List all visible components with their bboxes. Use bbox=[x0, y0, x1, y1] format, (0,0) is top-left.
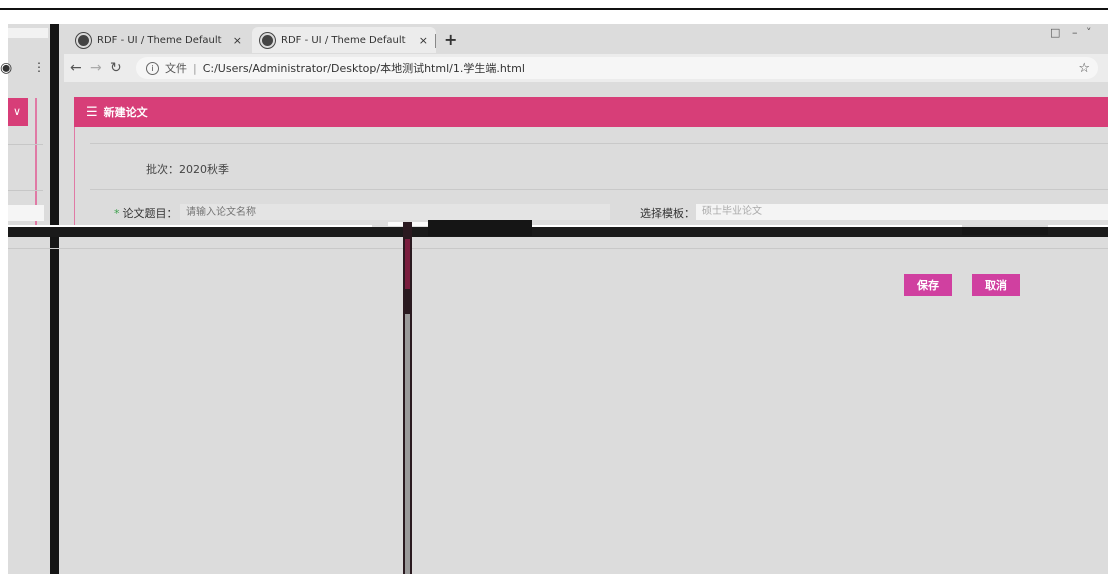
batch-row: 批次：2020秋季 bbox=[146, 161, 229, 177]
tab-2-title: RDF - UI / Theme Default bbox=[281, 34, 406, 46]
left-panel-header[interactable]: ∨ bbox=[8, 98, 28, 126]
title-field-label: * 论文题目： bbox=[114, 205, 178, 223]
tab-2[interactable]: RDF - UI / Theme Default × bbox=[252, 27, 436, 53]
left-field-strip bbox=[8, 205, 44, 221]
glitch-dark-stripe bbox=[50, 24, 59, 574]
address-bar[interactable]: i 文件 | C:/Users/Administrator/Desktop/本地… bbox=[136, 57, 1098, 79]
address-separator: | bbox=[193, 61, 197, 75]
left-divider bbox=[8, 144, 43, 145]
tab-2-close-icon[interactable]: × bbox=[419, 34, 428, 47]
chevron-down-icon: ∨ bbox=[13, 105, 22, 118]
content-border bbox=[74, 127, 75, 227]
bookmark-star-icon[interactable]: ☆ bbox=[1078, 61, 1090, 76]
tab-1-close-icon[interactable]: × bbox=[233, 34, 242, 47]
browser-window: RDF - UI / Theme Default × RDF - UI / Th… bbox=[0, 24, 1108, 574]
collapsed-tab-stub bbox=[8, 28, 48, 38]
info-icon[interactable]: i bbox=[146, 61, 159, 75]
globe-icon[interactable]: ◉ bbox=[0, 60, 12, 76]
splitter-track bbox=[405, 314, 410, 574]
navigation-bar: ← → ↻ i 文件 | C:/Users/Administrator/Desk… bbox=[64, 54, 1108, 82]
top-border-line bbox=[0, 8, 1108, 10]
restore-icon[interactable]: □ bbox=[1050, 26, 1060, 39]
globe-icon bbox=[76, 32, 91, 48]
title-label-text: 论文题目： bbox=[122, 207, 178, 220]
title-input[interactable] bbox=[180, 204, 610, 220]
page-header: ☰ 新建论文 bbox=[74, 97, 1108, 127]
required-mark: * bbox=[114, 207, 120, 220]
tab-1-title: RDF - UI / Theme Default bbox=[97, 34, 222, 46]
divider bbox=[90, 189, 1108, 190]
tab-separator bbox=[435, 34, 436, 48]
divider bbox=[90, 143, 1108, 144]
back-arrow-icon[interactable]: ← bbox=[70, 60, 82, 76]
menu-icon[interactable]: ☰ bbox=[86, 105, 98, 120]
cancel-button[interactable]: 取消 bbox=[972, 274, 1020, 296]
minimize-icon[interactable]: – bbox=[1072, 26, 1078, 39]
chevron-down-icon[interactable]: ˅ bbox=[1086, 26, 1092, 39]
divider bbox=[8, 248, 1108, 249]
tab-1[interactable]: RDF - UI / Theme Default × bbox=[68, 27, 250, 53]
batch-value: 2020秋季 bbox=[179, 163, 229, 176]
template-field-label: 选择模板： bbox=[640, 207, 695, 220]
template-select[interactable]: 硕士毕业论文 bbox=[696, 204, 1108, 220]
globe-icon bbox=[260, 32, 275, 48]
address-scheme-label: 文件 bbox=[165, 62, 187, 75]
reload-icon[interactable]: ↻ bbox=[110, 60, 122, 76]
address-url[interactable]: C:/Users/Administrator/Desktop/本地测试html/… bbox=[203, 60, 525, 76]
more-menu-icon[interactable]: ⋮ bbox=[33, 60, 45, 74]
batch-label: 批次： bbox=[146, 163, 179, 176]
forward-arrow-icon[interactable]: → bbox=[90, 60, 102, 76]
glitch-band bbox=[8, 227, 1108, 237]
glitch-block bbox=[962, 227, 1048, 235]
splitter-handle[interactable] bbox=[405, 239, 410, 289]
left-divider bbox=[8, 190, 43, 191]
save-button[interactable]: 保存 bbox=[904, 274, 952, 296]
tab-strip: RDF - UI / Theme Default × RDF - UI / Th… bbox=[8, 24, 1108, 54]
glitch-block bbox=[428, 220, 532, 236]
page-title: 新建论文 bbox=[103, 106, 148, 119]
new-tab-button[interactable]: + bbox=[444, 30, 457, 49]
